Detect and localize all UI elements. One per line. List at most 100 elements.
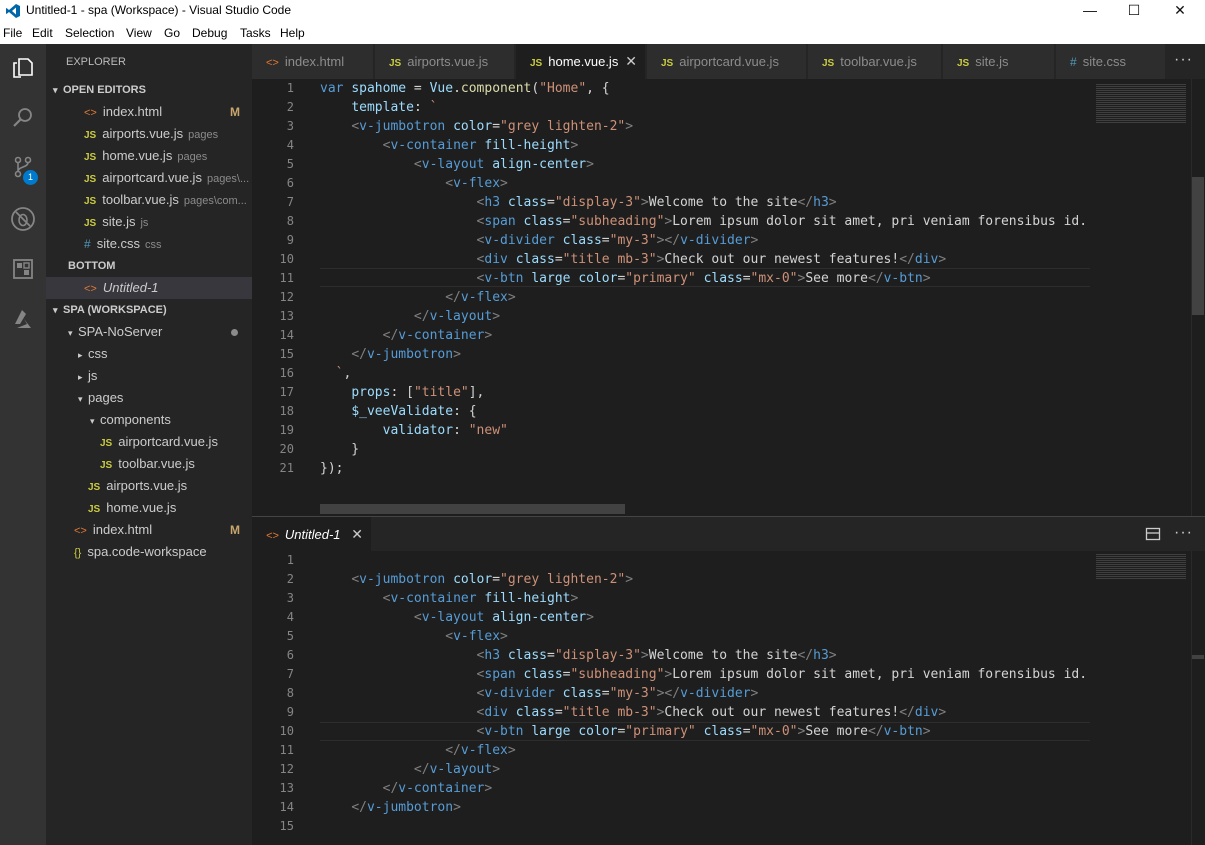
code-line[interactable]: </v-jumbotron> [320, 798, 461, 817]
menu-selection[interactable]: Selection [65, 26, 114, 40]
code-line[interactable]: <v-divider class="my-3"></v-divider> [320, 231, 759, 250]
code-line[interactable]: </v-flex> [320, 288, 515, 307]
more-actions-icon[interactable]: ··· [1174, 517, 1193, 552]
code-line[interactable]: `, [320, 364, 352, 383]
tree-file-airportcard[interactable]: JS airportcard.vue.js [46, 431, 252, 453]
code-line[interactable]: <div class="title mb-3">Check out our ne… [320, 250, 947, 269]
tree-folder-components[interactable]: ▾ components [46, 409, 252, 431]
code-token: fill-height [484, 591, 571, 606]
code-token: > [625, 572, 634, 587]
minimize-button[interactable]: — [1067, 0, 1113, 22]
open-editor-item[interactable]: JS airports.vue.js pages [46, 123, 252, 145]
tree-file-airports[interactable]: JS airports.vue.js [46, 475, 252, 497]
code-line[interactable]: </v-container> [320, 779, 493, 798]
code-line[interactable]: } [320, 440, 359, 459]
tree-file-workspace[interactable]: {} spa.code-workspace [46, 541, 252, 563]
extensions-icon[interactable] [0, 246, 46, 292]
open-editor-item[interactable]: # site.css css [46, 233, 252, 255]
azure-icon[interactable] [0, 296, 46, 342]
open-editor-item[interactable]: <> index.html M [46, 101, 252, 123]
menu-tasks[interactable]: Tasks [240, 26, 271, 40]
minimap[interactable] [1090, 551, 1190, 845]
tree-file-home[interactable]: JS home.vue.js [46, 497, 252, 519]
horizontal-scrollbar[interactable] [320, 504, 625, 514]
tab-airportcard-vue-js[interactable]: JS airportcard.vue.js [647, 44, 807, 79]
tab-untitled-1[interactable]: <> Untitled-1 ✕ [252, 517, 372, 552]
tab-toolbar-vue-js[interactable]: JS toolbar.vue.js [808, 44, 942, 79]
tree-folder-css[interactable]: ▸ css [46, 343, 252, 365]
tab-site-js[interactable]: JS site.js [943, 44, 1055, 79]
menu-help[interactable]: Help [280, 26, 305, 40]
open-editor-item-untitled[interactable]: <> Untitled-1 [46, 277, 252, 299]
code-line[interactable]: <span class="subheading">Lorem ipsum dol… [320, 665, 1103, 684]
more-actions-icon[interactable]: ··· [1174, 44, 1193, 79]
code-line[interactable]: </v-layout> [320, 760, 500, 779]
explorer-icon[interactable] [0, 46, 46, 92]
code-line[interactable]: }); [320, 459, 343, 478]
code-line[interactable]: <v-flex> [320, 627, 508, 646]
workspace-section[interactable]: ▾ SPA (WORKSPACE) [46, 299, 252, 321]
open-editor-item[interactable]: JS airportcard.vue.js pages\... [46, 167, 252, 189]
source-control-icon[interactable] [0, 144, 46, 190]
open-editors-section[interactable]: ▾ OPEN EDITORS [46, 79, 252, 101]
close-tab-icon[interactable]: ✕ [625, 44, 637, 79]
close-tab-icon[interactable]: ✕ [351, 517, 363, 552]
code-token: = [492, 119, 501, 134]
code-line[interactable]: <v-divider class="my-3"></v-divider> [320, 684, 759, 703]
search-icon[interactable] [0, 94, 46, 140]
code-line[interactable]: </v-container> [320, 326, 493, 345]
open-editor-item[interactable]: JS site.js js [46, 211, 252, 233]
tree-folder-spa-noserver[interactable]: ▾ SPA-NoServer [46, 321, 252, 343]
code-line[interactable]: <v-jumbotron color="grey lighten-2"> [320, 117, 633, 136]
tab-site-css[interactable]: # site.css [1056, 44, 1166, 79]
menu-edit[interactable]: Edit [32, 26, 53, 40]
editor-scrollbar[interactable] [1191, 79, 1205, 516]
tab-airports-vue-js[interactable]: JS airports.vue.js [375, 44, 515, 79]
tab-home-vue-js[interactable]: JS home.vue.js ✕ [516, 44, 646, 79]
tab-index-html[interactable]: <> index.html [252, 44, 374, 79]
debug-icon[interactable] [0, 196, 46, 242]
code-line[interactable]: template: ` [320, 98, 437, 117]
open-editor-item[interactable]: JS home.vue.js pages [46, 145, 252, 167]
open-editor-desc: css [145, 239, 162, 251]
menu-file[interactable]: File [3, 26, 22, 40]
code-line[interactable]: <v-flex> [320, 174, 508, 193]
split-editor-icon[interactable] [1145, 526, 1161, 545]
code-line[interactable]: <div class="title mb-3">Check out our ne… [320, 703, 947, 722]
minimap[interactable] [1090, 79, 1190, 516]
editor-scrollbar[interactable] [1191, 551, 1205, 845]
close-window-button[interactable]: ✕ [1157, 0, 1203, 22]
code-line[interactable]: </v-jumbotron> [320, 345, 461, 364]
code-line[interactable]: var spahome = Vue.component("Home", { [320, 79, 610, 98]
code-line[interactable]: validator: "new" [320, 421, 508, 440]
tree-folder-pages[interactable]: ▾ pages [46, 387, 252, 409]
js-file-icon: JS [84, 196, 97, 207]
code-line[interactable]: <v-container fill-height> [320, 136, 579, 155]
code-line[interactable]: <v-btn large color="primary" class="mx-0… [320, 722, 931, 741]
scrollbar-thumb[interactable] [1192, 177, 1204, 315]
code-line[interactable]: <v-jumbotron color="grey lighten-2"> [320, 570, 633, 589]
code-line[interactable]: <h3 class="display-3">Welcome to the sit… [320, 193, 837, 212]
js-file-icon: JS [84, 130, 97, 141]
code-line[interactable]: <v-btn large color="primary" class="mx-0… [320, 269, 931, 288]
menu-debug[interactable]: Debug [192, 26, 227, 40]
code-line[interactable]: </v-layout> [320, 307, 500, 326]
editor-untitled-1[interactable]: 1 2 3 4 5 6 7 8 9 10 11 12 13 14 15 <v-jumbotron color… [252, 551, 1205, 845]
code-line[interactable]: <h3 class="display-3">Welcome to the sit… [320, 646, 837, 665]
scrollbar-thumb[interactable] [1192, 655, 1204, 659]
code-line[interactable]: <span class="subheading">Lorem ipsum dol… [320, 212, 1103, 231]
tree-file-toolbar[interactable]: JS toolbar.vue.js [46, 453, 252, 475]
tree-file-index-html[interactable]: <> index.html M [46, 519, 252, 541]
menu-go[interactable]: Go [164, 26, 180, 40]
code-line[interactable]: props: ["title"], [320, 383, 484, 402]
code-line[interactable]: <v-layout align-center> [320, 155, 594, 174]
code-line[interactable]: $_veeValidate: { [320, 402, 476, 421]
editor-home-vue-js[interactable]: 1 2 3 4 5 6 7 8 9 10 11 12 13 14 15 16 17 18 19 20 21 var sp… [252, 79, 1205, 516]
menu-view[interactable]: View [126, 26, 152, 40]
maximize-button[interactable]: ☐ [1111, 0, 1157, 22]
open-editor-item[interactable]: JS toolbar.vue.js pages\com... [46, 189, 252, 211]
tree-folder-js[interactable]: ▸ js [46, 365, 252, 387]
code-line[interactable]: <v-container fill-height> [320, 589, 579, 608]
code-line[interactable]: <v-layout align-center> [320, 608, 594, 627]
code-line[interactable]: </v-flex> [320, 741, 515, 760]
